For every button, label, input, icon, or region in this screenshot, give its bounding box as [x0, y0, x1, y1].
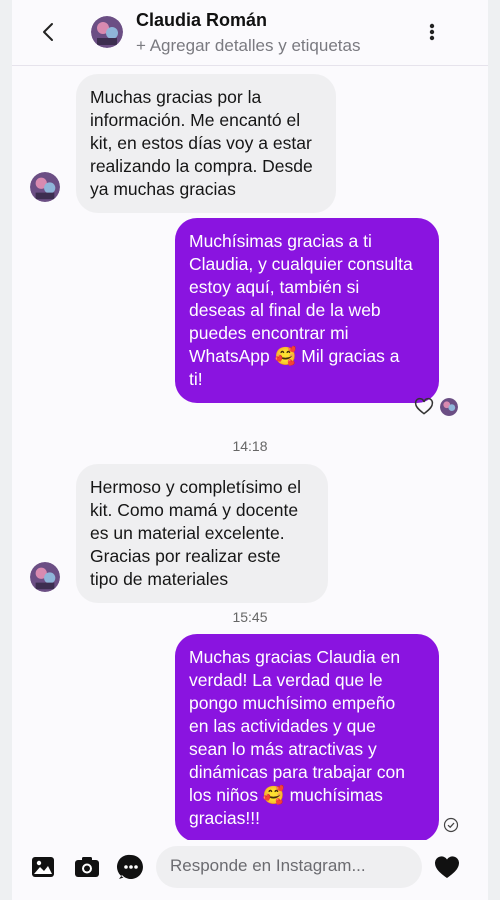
chevron-left-icon[interactable] [38, 20, 58, 44]
sticker-chat-icon[interactable] [116, 852, 146, 882]
add-details-link[interactable]: + Agregar detalles y etiquetas [136, 36, 360, 56]
message-composer: Responde en Instagram... [12, 840, 488, 900]
seen-avatar [440, 398, 458, 416]
incoming-message[interactable]: Hermoso y completísimo el kit. Como mamá… [76, 464, 328, 603]
gallery-icon[interactable] [28, 852, 58, 882]
camera-icon[interactable] [72, 852, 102, 882]
message-input-placeholder: Responde en Instagram... [170, 856, 366, 875]
chat-screen: Claudia Román + Agregar detalles y etiqu… [12, 0, 488, 900]
avatar [30, 172, 60, 202]
incoming-message[interactable]: Muchas gracias por la información. Me en… [76, 74, 336, 213]
message-input[interactable]: Responde en Instagram... [156, 846, 422, 888]
heart-icon[interactable] [432, 852, 462, 882]
heart-outline-icon[interactable] [414, 397, 434, 417]
outgoing-message[interactable]: Muchísimas gracias a ti Claudia, y cualq… [175, 218, 439, 403]
chat-header: Claudia Román + Agregar detalles y etiqu… [12, 0, 488, 66]
seen-check-icon [443, 817, 459, 833]
more-vertical-icon[interactable] [422, 20, 442, 44]
contact-name[interactable]: Claudia Román [136, 10, 267, 31]
outgoing-message[interactable]: Muchas gracias Claudia en verdad! La ver… [175, 634, 439, 842]
timestamp: 15:45 [232, 609, 268, 625]
timestamp: 14:18 [232, 438, 268, 454]
avatar[interactable] [91, 16, 123, 48]
avatar [30, 562, 60, 592]
